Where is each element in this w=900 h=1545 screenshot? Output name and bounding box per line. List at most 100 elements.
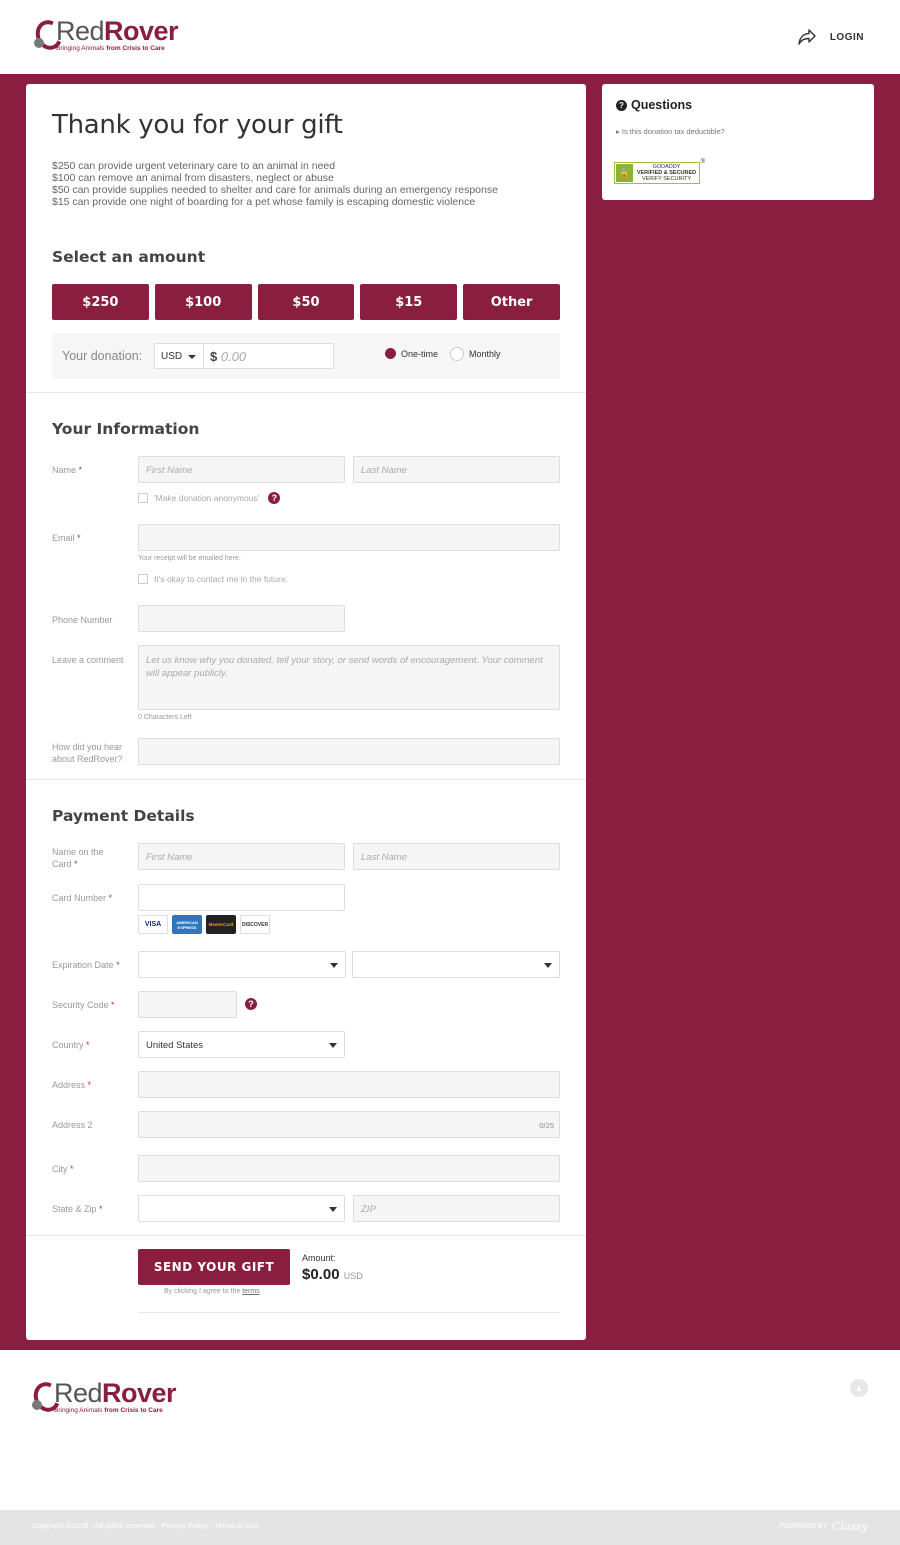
country-select[interactable]: United States [138, 1031, 345, 1058]
name-on-card-label: Name on the Card * [52, 847, 104, 869]
address2-counter: 0/25 [539, 1121, 554, 1130]
page-title: Thank you for your gift [52, 110, 343, 140]
copyright-text: Copyright ©2018 · All rights reserved · … [32, 1521, 259, 1530]
state-zip-label: State & Zip * [52, 1204, 103, 1214]
hear-about-field[interactable] [138, 738, 560, 765]
payment-details-heading: Payment Details [52, 807, 195, 825]
security-code-input[interactable] [138, 991, 237, 1018]
email-field[interactable] [138, 524, 560, 551]
contact-checkbox[interactable] [138, 574, 148, 584]
terms-link[interactable]: terms [242, 1288, 260, 1295]
currency-select[interactable]: USD [154, 343, 204, 369]
expiration-month-select[interactable] [138, 951, 346, 978]
amount-button-50[interactable]: $50 [257, 284, 355, 320]
expiration-year-select[interactable] [352, 951, 560, 978]
your-information-heading: Your Information [52, 420, 200, 438]
caret-down-icon [329, 1043, 337, 1048]
classy-logo: Classy [832, 1520, 868, 1533]
email-hint: Your receipt will be emailed here. [138, 555, 241, 562]
anonymous-checkbox[interactable] [138, 493, 148, 503]
comment-label: Leave a comment [52, 655, 124, 665]
hear-about-label: How did you hear about RedRover? [52, 742, 123, 764]
contact-option[interactable]: It's okay to contact me in the future. [138, 574, 288, 584]
lock-icon: 🔒 [616, 164, 633, 182]
footer-logo[interactable]: RedRover Bringing Animals from Crisis to… [29, 1378, 177, 1416]
address2-label: Address 2 [52, 1120, 93, 1130]
impact-line: $50 can provide supplies needed to shelt… [52, 184, 498, 196]
questions-title: ? Questions [616, 98, 692, 112]
first-name-input[interactable]: First Name [138, 456, 345, 483]
question-circle-icon[interactable]: ? [268, 492, 281, 504]
questions-panel: ? Questions ▸ Is this donation tax deduc… [602, 84, 874, 200]
name-label: Name * [52, 465, 83, 475]
donation-label: Your donation: [62, 349, 143, 363]
email-label: Email * [52, 533, 81, 543]
amount-label: Amount: [302, 1253, 336, 1263]
impact-list: $250 can provide urgent veterinary care … [52, 160, 498, 208]
donation-amount-box: Your donation: USD $ 0.00 One-time Month… [52, 333, 560, 379]
impact-line: $100 can remove an animal from disasters… [52, 172, 334, 184]
frequency-monthly[interactable]: Monthly [450, 347, 501, 361]
address-field[interactable] [138, 1071, 560, 1098]
send-gift-button[interactable]: SEND YOUR GIFT [138, 1249, 290, 1285]
section-divider [26, 392, 586, 393]
scroll-top-icon[interactable]: ▲ [850, 1379, 868, 1397]
tagline: Bringing Animals from Crisis to Care [56, 45, 165, 52]
amount-button-15[interactable]: $15 [360, 284, 458, 320]
amount-button-100[interactable]: $100 [154, 284, 252, 320]
radio-selected[interactable] [385, 348, 396, 359]
brand-part2: Rover [104, 16, 179, 46]
amount-button-other[interactable]: Other [463, 284, 560, 320]
section-divider [26, 1235, 586, 1236]
city-field[interactable] [138, 1155, 560, 1182]
question-circle-icon: ? [616, 99, 627, 111]
caret-down-icon [188, 355, 196, 359]
logo-mark-icon [31, 16, 67, 54]
discover-icon: DISCOVER [240, 915, 270, 934]
footer-bar: Copyright ©2018 · All rights reserved · … [0, 1510, 900, 1545]
caret-down-icon [329, 1207, 337, 1212]
state-select[interactable] [138, 1195, 345, 1222]
site-header: RedRover Bringing Animals from Crisis to… [0, 0, 900, 74]
login-link[interactable]: LOGIN [830, 32, 864, 43]
impact-line: $15 can provide one night of boarding fo… [52, 196, 476, 208]
amount-button-250[interactable]: $250 [52, 284, 149, 320]
card-brand-logos: VISA AMERICAN EXPRESS MasterCard DISCOVE… [138, 915, 270, 934]
amex-icon: AMERICAN EXPRESS [172, 915, 202, 934]
share-icon[interactable] [798, 29, 816, 45]
phone-field[interactable] [138, 605, 345, 632]
amount-total: $0.00 USD [302, 1266, 363, 1283]
terms-agreement: By clicking I agree to the terms [164, 1288, 260, 1295]
question-circle-icon[interactable]: ? [245, 998, 257, 1010]
godaddy-seal[interactable]: 🔒 GODADDY VERIFIED & SECURED VERIFY SECU… [614, 159, 705, 184]
zip-field[interactable]: ZIP [353, 1195, 560, 1222]
radio-unselected[interactable] [450, 347, 464, 361]
address2-field[interactable]: 0/25 [138, 1111, 560, 1138]
donation-amount-input[interactable]: $ 0.00 [203, 343, 334, 369]
section-divider [26, 779, 586, 780]
mastercard-icon: MasterCard [206, 915, 236, 934]
powered-by[interactable]: POWERED BY Classy [780, 1520, 868, 1533]
redrover-logo[interactable]: RedRover Bringing Animals from Crisis to… [31, 16, 179, 54]
address-label: Address * [52, 1080, 92, 1090]
caret-down-icon [330, 963, 338, 968]
card-first-name-input[interactable]: First Name [138, 843, 345, 870]
anonymous-option[interactable]: 'Make donation anonymous' ? [138, 492, 281, 504]
caret-down-icon [544, 963, 552, 968]
impact-line: $250 can provide urgent veterinary care … [52, 160, 336, 172]
card-number-input[interactable] [138, 884, 345, 911]
comment-textarea[interactable]: Let us know why you donated, tell your s… [138, 645, 560, 710]
select-amount-heading: Select an amount [52, 248, 206, 266]
login-area[interactable]: LOGIN [798, 29, 864, 45]
faq-link-tax-deductible[interactable]: ▸ Is this donation tax deductible? [616, 127, 725, 136]
visa-icon: VISA [138, 915, 168, 934]
brand-part1: Red [56, 16, 105, 46]
security-code-label: Security Code * [52, 1000, 115, 1010]
amount-buttons: $250 $100 $50 $15 Other [52, 284, 560, 320]
card-last-name-input[interactable]: Last Name [353, 843, 560, 870]
frequency-one-time[interactable]: One-time [385, 348, 438, 359]
characters-left: 0 Characters Left [138, 714, 192, 721]
country-label: Country * [52, 1040, 90, 1050]
last-name-input[interactable]: Last Name [353, 456, 560, 483]
card-number-label: Card Number * [52, 893, 113, 903]
